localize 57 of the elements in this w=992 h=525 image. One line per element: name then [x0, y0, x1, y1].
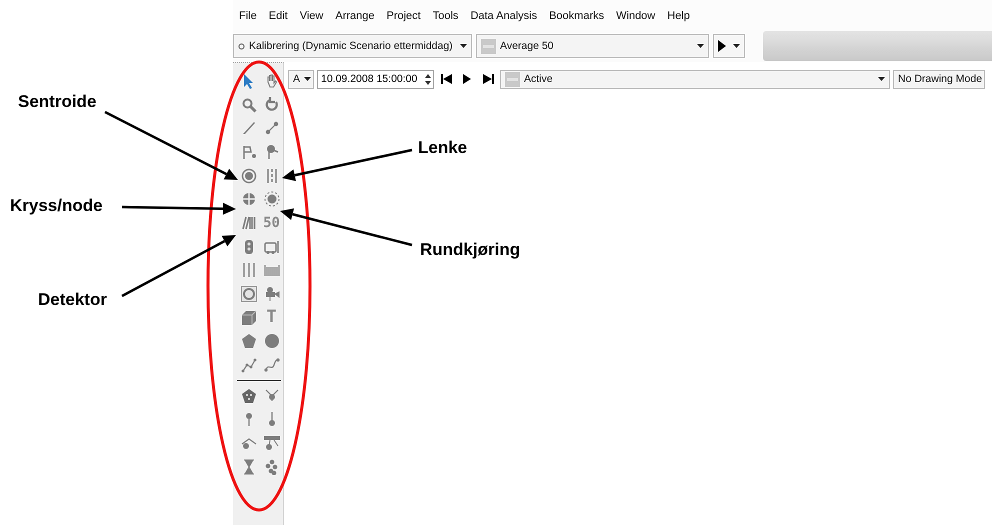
aggregate-icon: [481, 38, 496, 54]
boxed-c-icon[interactable]: [240, 286, 256, 302]
target-icon[interactable]: [240, 168, 256, 184]
skip-back-icon: [440, 74, 452, 84]
time-field[interactable]: 10.09.2008 15:00:00: [317, 70, 434, 88]
menu-item[interactable]: Tools: [426, 8, 464, 30]
menu-item[interactable]: Window: [610, 8, 662, 30]
scenario-dropdown[interactable]: Kalibrering (Dynamic Scenario ettermiddag): [233, 34, 472, 58]
pentagon-icon[interactable]: [240, 333, 256, 350]
play-split-button[interactable]: [713, 34, 745, 58]
play-icon: [463, 74, 471, 84]
callout-label: Lenke: [418, 138, 468, 158]
y-node-icon[interactable]: [264, 388, 280, 404]
callout-label: Detektor: [38, 290, 107, 310]
camera-icon[interactable]: [264, 286, 280, 302]
curve-icon[interactable]: [264, 357, 280, 374]
bus-icon[interactable]: [264, 238, 280, 255]
caret-icon: [733, 44, 740, 48]
flag-icon[interactable]: [240, 144, 256, 160]
menu-item[interactable]: Project: [380, 8, 427, 30]
node-link-icon[interactable]: [264, 120, 280, 136]
barcode-icon[interactable]: [264, 262, 280, 278]
menu-item[interactable]: Edit: [262, 8, 294, 30]
search-icon[interactable]: [240, 96, 256, 113]
mode-dropdown[interactable]: A: [288, 70, 314, 88]
skip-forward-icon: [482, 74, 494, 84]
rotate-icon[interactable]: [264, 96, 280, 113]
aggregation-dropdown[interactable]: Average 50: [476, 34, 709, 58]
polyline-icon[interactable]: [240, 357, 256, 374]
callout-label: Rundkjøring: [420, 240, 520, 260]
menu-item[interactable]: View: [294, 8, 330, 30]
caret-icon: [460, 44, 467, 48]
sun-icon[interactable]: [264, 191, 280, 208]
caret-icon: [697, 44, 704, 48]
menu-item[interactable]: Arrange: [329, 8, 380, 30]
table-node-icon[interactable]: [264, 435, 280, 452]
cube-icon[interactable]: [240, 310, 256, 326]
pen-icon[interactable]: [240, 120, 256, 136]
radio-icon: [238, 42, 245, 50]
filter-dropdown[interactable]: Active: [500, 70, 890, 88]
callout-label: Kryss/node: [10, 196, 103, 216]
caret-icon: [878, 77, 885, 81]
menu-item[interactable]: Bookmarks: [543, 8, 610, 30]
barcode-icon[interactable]: [240, 214, 256, 231]
circle-icon[interactable]: [264, 333, 280, 350]
drawing-mode-dropdown[interactable]: No Drawing Mode: [893, 70, 985, 88]
play-icon: [718, 40, 726, 52]
pentagon-icon[interactable]: [240, 388, 256, 404]
menu-item[interactable]: File: [233, 8, 263, 30]
menu-item[interactable]: Data Analysis: [464, 8, 544, 30]
cluster-icon[interactable]: [264, 458, 280, 475]
caret-icon: [304, 77, 312, 81]
aggregate-icon: [505, 72, 520, 86]
crosshair-icon[interactable]: [240, 191, 256, 208]
menu-item[interactable]: Help: [661, 8, 696, 30]
callout-label: Sentroide: [18, 92, 96, 112]
parallel-lines-icon[interactable]: [240, 262, 256, 278]
